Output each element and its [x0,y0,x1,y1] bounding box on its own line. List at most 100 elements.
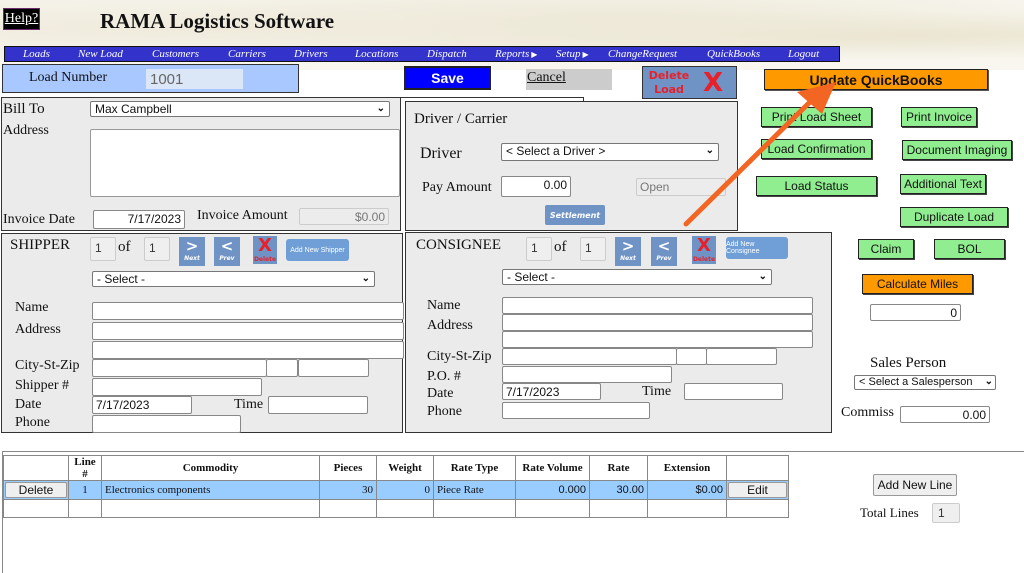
consignee-prev-button[interactable]: < Prev [651,237,677,266]
delete-line-button[interactable]: Delete [5,482,67,498]
driver-value: < Select a Driver > [506,144,606,158]
cancel-button[interactable]: Cancel [526,69,612,90]
consignee-address1-field[interactable] [502,314,813,331]
consignee-time-label: Time [642,384,672,399]
consignee-select-value: - Select - [507,270,556,284]
nav-quickbooks[interactable]: QuickBooks [707,47,760,61]
nav-logout[interactable]: Logout [788,47,819,61]
nav-change-request[interactable]: ChangeRequest [608,47,677,61]
chevron-down-icon: ⌄ [758,271,767,282]
cell-rate-volume: 0.000 [515,480,590,500]
consignee-po-field[interactable] [502,366,672,383]
duplicate-load-button[interactable]: Duplicate Load [900,207,1008,227]
nav-reports[interactable]: Reports ▶ [495,47,537,62]
shipper-select[interactable]: - Select - ⌄ [92,271,375,287]
consignee-next-button[interactable]: > Next [615,237,641,266]
consignee-ref-label: P.O. # [427,369,461,384]
consignee-select[interactable]: - Select - ⌄ [502,269,772,285]
consignee-address2-field[interactable] [502,331,813,348]
col-header-commodity: Commodity [101,455,320,481]
shipper-address-label: Address [15,322,61,337]
calculate-miles-button[interactable]: Calculate Miles [862,274,973,294]
consignee-index-field[interactable]: 1 [526,237,552,261]
consignee-zip-field[interactable] [706,348,777,365]
settlement-button[interactable]: Settlement [545,205,605,225]
driver-label: Driver [420,145,462,162]
nav-carriers[interactable]: Carriers [228,47,266,61]
shipper-time-field[interactable] [268,396,368,414]
invoice-date-label: Invoice Date [3,212,75,227]
nav-drivers[interactable]: Drivers [294,47,328,61]
consignee-phone-label: Phone [427,404,462,419]
nav-new-load[interactable]: New Load [78,47,123,61]
consignee-state-field[interactable] [676,348,707,365]
shipper-address2-field[interactable] [92,341,404,359]
claim-button[interactable]: Claim [858,239,914,259]
cell-edit: Edit [726,480,789,500]
shipper-zip-field[interactable] [298,359,369,377]
invoice-date-field[interactable]: 7/17/2023 [93,210,185,229]
shipper-phone-field[interactable] [92,415,241,433]
empty-cell [68,499,102,518]
document-imaging-button[interactable]: Document Imaging [902,140,1012,160]
shipper-ref-field[interactable] [92,378,262,396]
total-lines-label: Total Lines [860,505,919,520]
empty-cell [376,499,434,518]
delete-load-button[interactable]: Delete Load X [642,66,737,99]
consignee-address-label: Address [427,318,473,333]
consignee-of-label: of [554,239,567,255]
sales-person-select[interactable]: < Select a Salesperson ⌄ [854,375,996,390]
miles-field[interactable]: 0 [870,304,961,321]
shipper-delete-button[interactable]: X Delete [253,236,277,264]
save-button[interactable]: Save [404,66,491,90]
load-number-field[interactable]: 1001 [146,69,243,89]
commiss-field[interactable]: 0.00 [900,406,990,423]
shipper-index-field[interactable]: 1 [90,237,116,261]
bill-to-label: Bill To [3,101,45,117]
consignee-delete-button[interactable]: X Delete [692,236,716,264]
shipper-state-field[interactable] [266,359,298,377]
add-new-line-button[interactable]: Add New Line [873,474,957,496]
shipper-date-field[interactable]: 7/17/2023 [92,396,192,414]
consignee-name-field[interactable] [502,297,813,314]
cell-pieces: 30 [319,480,377,500]
bol-button[interactable]: BOL [934,239,1005,259]
shipper-phone-label: Phone [15,415,50,430]
shipper-total-field: 1 [144,237,170,261]
nav-dispatch[interactable]: Dispatch [427,47,467,61]
nav-setup[interactable]: Setup ▶ [556,47,589,62]
consignee-phone-field[interactable] [502,402,650,419]
load-confirmation-button[interactable]: Load Confirmation [761,139,872,159]
help-link[interactable]: Help? [3,8,40,30]
nav-customers[interactable]: Customers [152,47,199,61]
consignee-city-field[interactable] [502,348,677,365]
bill-to-address-textarea[interactable] [90,129,400,197]
line-items-table: Line # Commodity Pieces Weight Rate Type… [3,455,789,518]
table-row[interactable]: Delete 1 Electronics components 30 0 Pie… [3,480,789,500]
pay-amount-field[interactable]: 0.00 [501,176,571,197]
chevron-down-icon: ⌄ [376,103,385,114]
consignee-date-field[interactable]: 7/17/2023 [502,383,601,400]
shipper-next-button[interactable]: > Next [179,237,205,266]
nav-loads[interactable]: Loads [23,47,50,61]
driver-select[interactable]: < Select a Driver > ⌄ [501,143,719,161]
shipper-city-field[interactable] [92,359,267,377]
shipper-select-value: - Select - [97,272,146,286]
bill-to-select[interactable]: Max Campbell ⌄ [90,101,390,117]
add-new-consignee-button[interactable]: Add New Consignee [726,237,788,259]
shipper-address1-field[interactable] [92,322,404,340]
shipper-prev-button[interactable]: < Prev [214,237,240,266]
shipper-date-label: Date [15,397,42,412]
nav-locations[interactable]: Locations [355,47,398,61]
shipper-name-field[interactable] [92,302,404,320]
print-invoice-button[interactable]: Print Invoice [901,107,977,127]
edit-line-button[interactable]: Edit [728,482,787,498]
load-status-button[interactable]: Load Status [756,176,877,196]
consignee-title: CONSIGNEE [416,237,501,253]
print-load-sheet-button[interactable]: Print Load Sheet [761,107,872,127]
additional-text-button[interactable]: Additional Text [900,174,986,194]
update-quickbooks-button[interactable]: Update QuickBooks [764,69,988,90]
add-new-shipper-button[interactable]: Add New Shipper [286,239,349,261]
consignee-time-field[interactable] [684,383,783,400]
next-arrow-icon: > [621,237,635,255]
